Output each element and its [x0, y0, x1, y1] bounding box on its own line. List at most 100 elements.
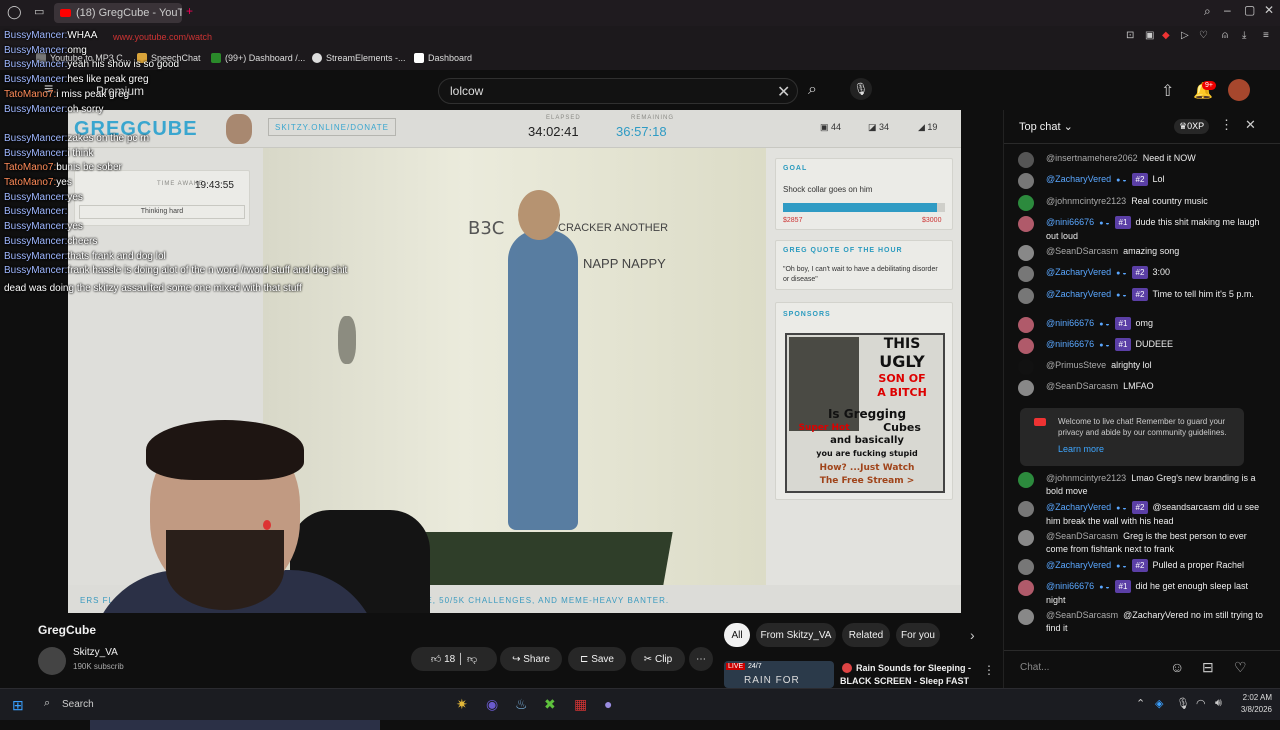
rec-thumbnail[interactable]: LIVE 24/7 RAIN FOR: [724, 661, 834, 688]
chat-username[interactable]: @nini66676: [1046, 581, 1094, 591]
chat-username[interactable]: @SeanDSarcasm: [1046, 531, 1118, 541]
save-button[interactable]: ⊏ Save: [568, 647, 626, 671]
chat-username[interactable]: @nini66676: [1046, 318, 1094, 328]
chip-for-you[interactable]: For you: [896, 623, 940, 647]
menu-icon[interactable]: ≡: [1263, 30, 1269, 41]
chat-message[interactable]: @ZacharyVered ● ◒ #2 @seandsarcasm did u s…: [1018, 501, 1268, 528]
chat-message[interactable]: @nini66676 ● ◒ #1 dude this shit making me…: [1018, 215, 1268, 243]
avatar[interactable]: [1228, 79, 1250, 101]
tray-icon[interactable]: ◈: [1155, 697, 1163, 710]
close-window-icon[interactable]: ✕: [1264, 3, 1274, 17]
rec-more-icon[interactable]: ⋮: [983, 663, 995, 677]
chat-input[interactable]: Chat...: [1014, 656, 1164, 680]
super-chat-icon[interactable]: ⊟: [1202, 659, 1214, 676]
search-tabs-icon[interactable]: ⌕: [1204, 4, 1211, 19]
chat-mode-select[interactable]: Top chat ⌄: [1019, 120, 1073, 133]
learn-more-link[interactable]: Learn more: [1058, 444, 1104, 454]
heart-react-icon[interactable]: ♡: [1234, 659, 1247, 676]
upload-icon[interactable]: ⇧: [1161, 81, 1174, 101]
close-chat-icon[interactable]: ✕: [1245, 117, 1256, 133]
chat-message[interactable]: @nini66676 ● ◒ #1 omg: [1018, 316, 1268, 333]
clock-date[interactable]: 3/8/2026: [1232, 705, 1272, 714]
shield-icon[interactable]: ◆: [1162, 30, 1170, 41]
tab-title: (18) GregCube - YouTube: [76, 7, 182, 19]
volume-icon[interactable]: 🔊︎: [1215, 697, 1222, 710]
browser-logo-icon[interactable]: ◯: [7, 4, 22, 20]
chat-message[interactable]: @ZacharyVered ● ◒ #2 3:00: [1018, 266, 1268, 283]
chat-message[interactable]: @SeanDSarcasm LMFAO: [1018, 380, 1268, 397]
chat-message[interactable]: @johnmcintyre2123 Real country music: [1018, 194, 1268, 211]
chat-username[interactable]: @ZacharyVered: [1046, 267, 1111, 277]
share-button[interactable]: ↪ Share: [500, 647, 562, 671]
steam-icon[interactable]: ♨: [515, 696, 528, 713]
chat-username[interactable]: @PrimusSteve: [1046, 360, 1106, 370]
chat-message[interactable]: @johnmcintyre2123 Lmao Greg's new brandin…: [1018, 472, 1268, 498]
chevron-right-icon[interactable]: ›: [970, 627, 975, 643]
profile-icon[interactable]: ⍝: [1222, 30, 1228, 41]
chip-from-channel[interactable]: From Skitzy_VA: [756, 623, 836, 647]
chip-related[interactable]: Related: [842, 623, 890, 647]
download-icon[interactable]: ⤓: [1242, 30, 1246, 41]
chat-message[interactable]: @nini66676 ● ◒ #1 did he get enough sleep …: [1018, 580, 1268, 607]
new-tab-icon[interactable]: +: [186, 4, 193, 18]
chat-username[interactable]: @johnmcintyre2123: [1046, 473, 1126, 483]
xbox-icon[interactable]: ✖: [544, 696, 556, 713]
search-input[interactable]: lolcow: [438, 78, 798, 104]
chat-username[interactable]: @SeanDSarcasm: [1046, 381, 1118, 391]
sidebar-toggle-icon[interactable]: ▭: [34, 5, 44, 18]
app-icon[interactable]: ◉: [486, 696, 498, 713]
clock-time[interactable]: 2:02 AM: [1236, 693, 1272, 702]
play-icon[interactable]: ▷: [1181, 30, 1189, 41]
chat-message[interactable]: @SeanDSarcasm Greg is the best person to …: [1018, 530, 1268, 556]
clear-search-icon[interactable]: ✕: [777, 82, 790, 102]
mic-tray-icon[interactable]: 🎙: [1176, 697, 1190, 710]
thumbs-down-icon: 👎︎: [467, 654, 478, 665]
mic-icon[interactable]: 🎙: [850, 78, 872, 100]
like-button[interactable]: 👍︎ 18 │ 👎︎: [411, 647, 497, 671]
bookmark-item[interactable]: Dashboard: [414, 53, 472, 63]
tray-up-icon[interactable]: ⌃: [1136, 697, 1145, 710]
chat-message[interactable]: @ZacharyVered ● ◒ #2 Pulled a proper Rache…: [1018, 559, 1268, 575]
app-icon[interactable]: ●: [604, 696, 612, 712]
chat-username[interactable]: @ZacharyVered: [1046, 174, 1111, 184]
chat-message[interactable]: @ZacharyVered ● ◒ #2 Lol: [1018, 173, 1268, 190]
chat-username[interactable]: @ZacharyVered: [1046, 560, 1111, 570]
chat-message-body: @SeanDSarcasm Greg is the best person to …: [1046, 530, 1268, 556]
chat-username[interactable]: @nini66676: [1046, 339, 1094, 349]
chip-all[interactable]: All: [724, 623, 750, 647]
chat-username[interactable]: @insertnamehere2062: [1046, 153, 1138, 163]
tab-youtube[interactable]: (18) GregCube - YouTube: [54, 3, 182, 23]
chat-username[interactable]: @johnmcintyre2123: [1046, 196, 1126, 206]
chat-username[interactable]: @ZacharyVered: [1046, 502, 1111, 512]
chat-message[interactable]: @PrimusSteve alrighty lol: [1018, 359, 1268, 376]
search-icon[interactable]: ⌕: [808, 81, 817, 99]
more-actions-button[interactable]: ⋯: [689, 647, 713, 671]
app-icon[interactable]: ✷: [456, 696, 468, 713]
chat-message[interactable]: @SeanDSarcasm @ZacharyVered no im still t…: [1018, 609, 1268, 635]
chat-username[interactable]: @nini66676: [1046, 217, 1094, 227]
chat-message[interactable]: @SeanDSarcasm amazing song: [1018, 244, 1268, 261]
chat-message[interactable]: @ZacharyVered ● ◒ #2 Time to tell him it's…: [1018, 287, 1268, 304]
windows-start-icon[interactable]: ⊞: [12, 697, 24, 714]
channel-name[interactable]: Skitzy_VA: [73, 647, 118, 658]
emoji-icon[interactable]: ☺: [1170, 659, 1184, 675]
chat-message[interactable]: @insertnamehere2062 Need it NOW: [1018, 152, 1268, 168]
chat-username[interactable]: @ZacharyVered: [1046, 289, 1111, 299]
chat-username[interactable]: @SeanDSarcasm: [1046, 610, 1118, 620]
bookmark-icon[interactable]: ⊡: [1126, 30, 1134, 41]
taskbar-search[interactable]: Search: [62, 699, 94, 710]
snapshot-icon[interactable]: ▣: [1145, 30, 1154, 41]
chat-message[interactable]: @nini66676 ● ◒ #1 DUDEEE: [1018, 337, 1268, 354]
app-icon[interactable]: ▦: [574, 696, 587, 713]
clip-button[interactable]: ✂ Clip: [631, 647, 685, 671]
minimize-icon[interactable]: –: [1224, 3, 1231, 17]
chat-username[interactable]: @SeanDSarcasm: [1046, 246, 1118, 256]
taskbar-search-icon[interactable]: ⌕: [44, 697, 50, 710]
sponsor-ad[interactable]: THIS UGLY SON OF A BITCH Is Gregging Sup…: [785, 333, 945, 493]
wifi-icon[interactable]: ◠: [1196, 697, 1206, 710]
heart-icon[interactable]: ♡: [1199, 30, 1208, 41]
more-options-icon[interactable]: ⋮: [1220, 117, 1233, 133]
xp-badge[interactable]: ♛0XP: [1174, 119, 1210, 134]
channel-avatar[interactable]: [38, 647, 66, 675]
maximize-icon[interactable]: ▢: [1244, 3, 1255, 17]
